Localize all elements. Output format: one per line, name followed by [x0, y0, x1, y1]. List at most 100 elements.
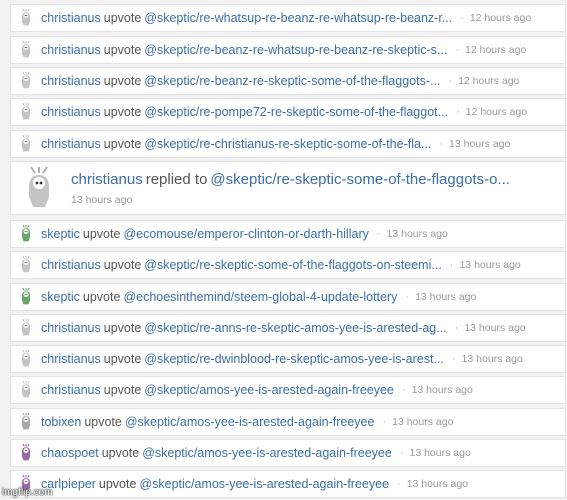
reply-headline: christianus replied to @skeptic/re-skeptic… — [71, 171, 510, 188]
username-link[interactable]: christianus — [41, 137, 101, 151]
username-link[interactable]: tobixen — [41, 415, 81, 429]
username-link[interactable]: christianus — [41, 105, 101, 119]
activity-item: skeptic upvote @ecomouse/emperor-clinton-o… — [10, 220, 566, 248]
username-link[interactable]: christianus — [41, 258, 101, 272]
timestamp: 13 hours ago — [406, 478, 469, 490]
activity-item: christianus upvote @skeptic/amos-yee-is-ar… — [10, 376, 566, 404]
post-link[interactable]: @skeptic/re-anns-re-skeptic-amos-yee-is-… — [144, 321, 446, 335]
separator-dot: · — [376, 228, 381, 240]
separator-dot: · — [449, 259, 454, 271]
separator-dot: · — [397, 478, 401, 490]
post-link[interactable]: @skeptic/re-skeptic-some-of-the-flaggots… — [144, 258, 442, 272]
action-label: upvote — [103, 321, 142, 335]
timestamp: 13 hours ago — [449, 138, 511, 150]
activity-item: christianus upvote @skeptic/re-dwinblood-r… — [10, 345, 566, 373]
timestamp: 12 hours ago — [458, 75, 520, 87]
activity-item: christianus upvote @skeptic/re-anns-re-ske… — [10, 314, 566, 342]
action-label: upvote — [82, 227, 121, 241]
activity-item: christianus upvote @skeptic/re-beanz-re-wh… — [10, 36, 566, 64]
action-label: replied to — [145, 171, 208, 188]
timestamp: 13 hours ago — [386, 228, 448, 240]
timestamp: 13 hours ago — [459, 259, 521, 271]
post-link[interactable]: @ecomouse/emperor-clinton-or-darth-hilla… — [123, 227, 368, 241]
timestamp: 13 hours ago — [411, 384, 473, 396]
separator-dot: · — [405, 291, 410, 303]
timestamp: 13 hours ago — [409, 447, 471, 459]
separator-dot: · — [451, 353, 456, 365]
post-link[interactable]: @skeptic/re-beanz-re-skeptic-some-of-the… — [144, 74, 440, 88]
activity-item: carlpieper upvote @skeptic/amos-yee-is-are… — [10, 470, 566, 498]
avatar-icon[interactable] — [21, 166, 57, 212]
timestamp: 13 hours ago — [392, 416, 454, 428]
separator-dot: · — [448, 75, 453, 87]
activity-item: chaospoet upvote @skeptic/amos-yee-is-ares… — [10, 439, 566, 467]
separator-dot: · — [460, 12, 464, 24]
timestamp: 13 hours ago — [71, 194, 133, 206]
post-link[interactable]: @skeptic/re-beanz-re-whatsup-re-beanz-re… — [144, 43, 447, 57]
post-link[interactable]: @skeptic/amos-yee-is-arested-again-freey… — [139, 477, 389, 491]
action-label: upvote — [103, 74, 142, 88]
username-link[interactable]: christianus — [41, 11, 101, 25]
post-link[interactable]: @skeptic/re-christianus-re-skeptic-some-… — [144, 137, 431, 151]
separator-dot: · — [456, 106, 460, 118]
post-link[interactable]: @skeptic/re-skeptic-some-of-the-flaggots… — [210, 171, 510, 188]
post-link[interactable]: @echoesinthemind/steem-global-4-update-l… — [123, 290, 397, 304]
username-link[interactable]: chaospoet — [41, 446, 99, 460]
activity-item: tobixen upvote @skeptic/amos-yee-is-areste… — [10, 408, 566, 436]
action-label: upvote — [103, 352, 142, 366]
activity-item: christianus upvote @skeptic/re-beanz-re-sk… — [10, 67, 566, 95]
avatar-icon[interactable] — [17, 350, 35, 368]
post-link[interactable]: @skeptic/re-whatsup-re-beanz-re-whatsup-… — [144, 11, 452, 25]
timestamp: 12 hours ago — [465, 44, 527, 56]
avatar-icon[interactable] — [17, 9, 35, 27]
post-link[interactable]: @skeptic/re-dwinblood-re-skeptic-amos-ye… — [144, 352, 444, 366]
reply-time-line: 13 hours ago — [71, 194, 510, 206]
username-link[interactable]: christianus — [41, 383, 101, 397]
timestamp: 13 hours ago — [461, 353, 523, 365]
avatar-icon[interactable] — [17, 256, 35, 274]
action-label: upvote — [98, 477, 137, 491]
separator-dot: · — [401, 384, 406, 396]
avatar-icon[interactable] — [17, 288, 35, 306]
action-label: upvote — [103, 11, 142, 25]
reply-item: christianus replied to @skeptic/re-skeptic… — [10, 161, 566, 215]
action-label: upvote — [103, 43, 142, 57]
action-label: upvote — [103, 383, 142, 397]
post-link[interactable]: @skeptic/amos-yee-is-arested-again-freey… — [125, 415, 375, 429]
post-link[interactable]: @skeptic/re-pompe72-re-skeptic-some-of-t… — [144, 105, 448, 119]
avatar-icon[interactable] — [17, 444, 35, 462]
separator-dot: · — [382, 416, 387, 428]
avatar-icon[interactable] — [17, 72, 35, 90]
avatar-icon[interactable] — [17, 41, 35, 59]
separator-dot: · — [455, 44, 460, 56]
activity-item: christianus upvote @skeptic/re-skeptic-som… — [10, 251, 566, 279]
username-link[interactable]: christianus — [71, 171, 143, 188]
avatar-icon[interactable] — [17, 381, 35, 399]
action-label: upvote — [84, 415, 122, 429]
separator-dot: · — [439, 138, 444, 150]
timestamp: 12 hours ago — [465, 106, 528, 118]
activity-item: christianus upvote @skeptic/re-christianus… — [10, 130, 566, 158]
username-link[interactable]: skeptic — [41, 290, 80, 304]
action-label: upvote — [103, 105, 142, 119]
username-link[interactable]: christianus — [41, 352, 101, 366]
avatar-icon[interactable] — [17, 319, 35, 337]
username-link[interactable]: christianus — [41, 74, 101, 88]
username-link[interactable]: skeptic — [41, 227, 80, 241]
separator-dot: · — [454, 322, 459, 334]
action-label: upvote — [103, 258, 142, 272]
activity-feed: christianus upvote @skeptic/re-whatsup-re-… — [0, 0, 567, 500]
username-link[interactable]: christianus — [41, 43, 101, 57]
activity-item: christianus upvote @skeptic/re-pompe72-re-… — [10, 98, 566, 126]
avatar-icon[interactable] — [17, 413, 35, 431]
avatar-icon[interactable] — [17, 103, 35, 121]
avatar-icon[interactable] — [17, 135, 35, 153]
post-link[interactable]: @skeptic/amos-yee-is-arested-again-freey… — [142, 446, 392, 460]
action-label: upvote — [82, 290, 121, 304]
username-link[interactable]: christianus — [41, 321, 101, 335]
timestamp: 12 hours ago — [469, 12, 532, 24]
avatar-icon[interactable] — [17, 225, 35, 243]
action-label: upvote — [103, 137, 142, 151]
post-link[interactable]: @skeptic/amos-yee-is-arested-again-freey… — [144, 383, 394, 397]
activity-item: christianus upvote @skeptic/re-whatsup-re-… — [10, 4, 566, 32]
